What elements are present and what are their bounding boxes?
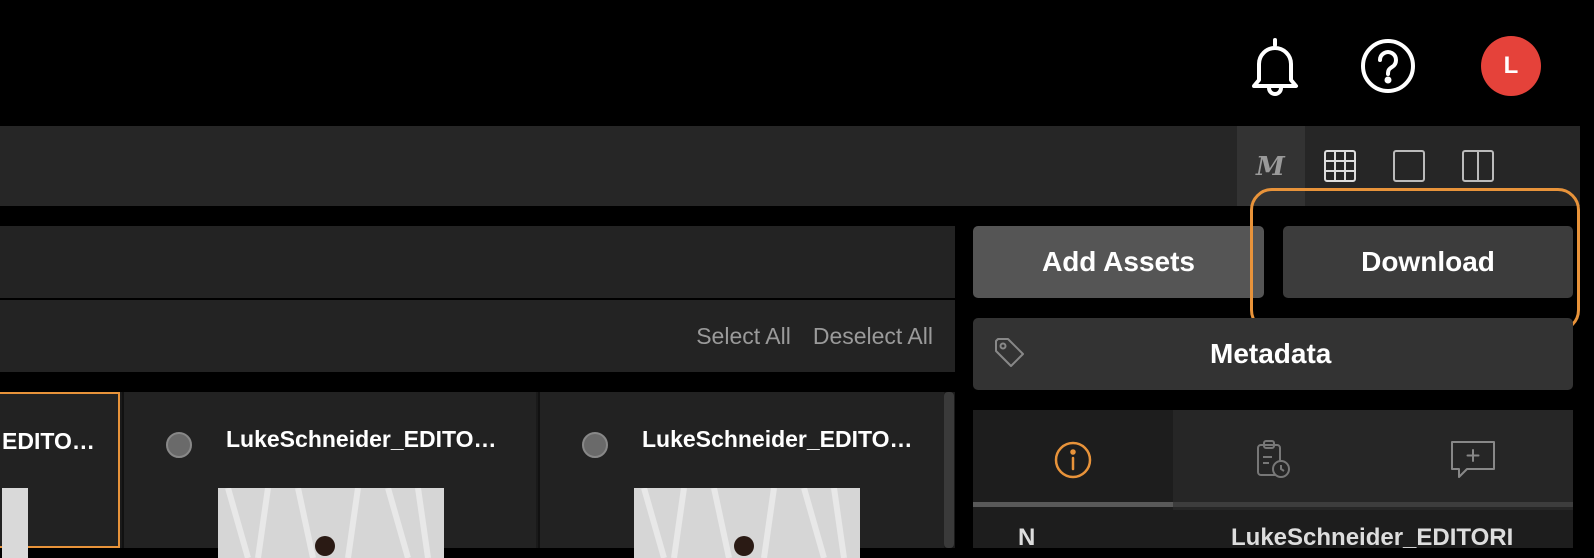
help-icon[interactable] — [1360, 38, 1416, 94]
asset-card[interactable]: LukeSchneider_EDITO… — [122, 392, 536, 558]
asset-name: EDITO… — [2, 428, 95, 454]
tab-underline-active — [973, 502, 1173, 507]
tab-comments[interactable] — [1373, 410, 1573, 510]
tag-icon — [993, 336, 1027, 375]
select-radio[interactable] — [166, 432, 192, 458]
download-highlight — [1250, 188, 1580, 332]
add-assets-button[interactable]: Add Assets — [973, 226, 1264, 298]
select-radio[interactable] — [582, 432, 608, 458]
m-logo-icon: M — [1255, 152, 1286, 182]
deselect-all-link[interactable]: Deselect All — [813, 323, 933, 350]
bell-icon[interactable] — [1247, 36, 1303, 96]
avatar[interactable]: L — [1481, 36, 1541, 96]
add-comment-icon — [1451, 441, 1495, 478]
asset-card[interactable]: LukeSchneider_EDITO… — [538, 392, 944, 558]
grid-view-icon — [1324, 150, 1356, 182]
name-value: LukeSchneider_EDITORI — [1231, 524, 1514, 548]
split-view-icon — [1462, 150, 1494, 182]
asset-card[interactable]: EDITO… — [0, 392, 120, 558]
tab-history[interactable] — [1173, 410, 1373, 510]
search-bar[interactable] — [0, 226, 955, 298]
metadata-label: Metadata — [1210, 338, 1332, 369]
svg-text:M: M — [1255, 152, 1286, 182]
tab-info[interactable] — [973, 410, 1173, 510]
select-all-link[interactable]: Select All — [696, 323, 791, 350]
asset-name: LukeSchneider_EDITO… — [226, 426, 497, 452]
selection-bar: Select All Deselect All — [0, 300, 955, 372]
grid-scrollbar[interactable] — [944, 392, 954, 548]
info-icon — [1054, 441, 1092, 479]
detail-panel: N LukeSchneider_EDITORI — [973, 510, 1573, 548]
name-label: N — [1018, 524, 1036, 548]
clipboard-clock-icon — [1257, 440, 1290, 478]
asset-name: LukeSchneider_EDITO… — [642, 426, 913, 452]
single-view-icon — [1393, 150, 1425, 182]
avatar-initial: L — [1503, 52, 1519, 79]
